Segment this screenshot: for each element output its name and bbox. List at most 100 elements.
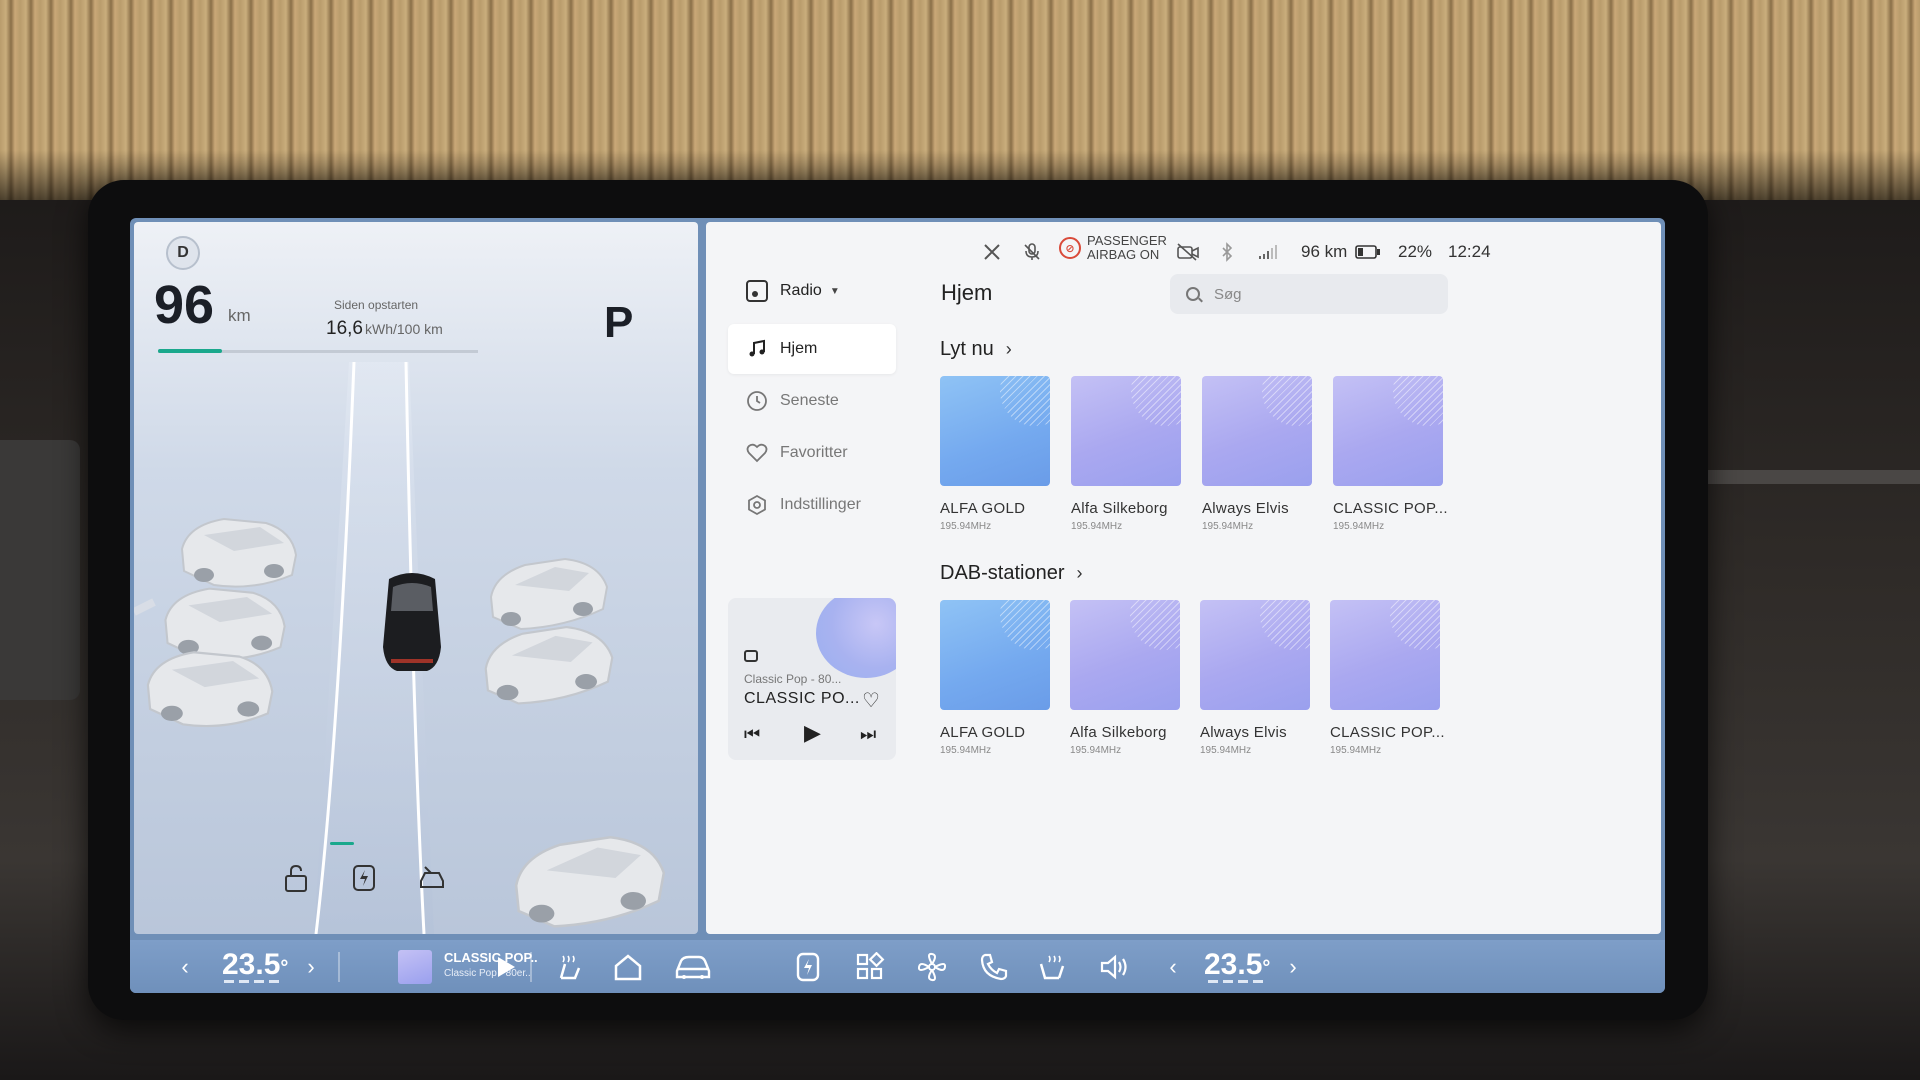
volume-button[interactable] <box>1092 940 1136 993</box>
gear-indicator: P <box>604 298 634 347</box>
station-name: Alfa Silkeborg <box>1071 500 1168 517</box>
temp-right-increase[interactable]: › <box>1278 940 1308 993</box>
station-artwork <box>1202 376 1312 486</box>
nav-item-recent[interactable]: Seneste <box>728 376 896 426</box>
infotainment-screen: D 96 km Siden opstarten 16,6 kWh/100 km P <box>130 218 1665 993</box>
consumption-unit: kWh/100 km <box>364 321 443 337</box>
car-icon <box>675 955 711 979</box>
station-artwork <box>1070 600 1180 710</box>
station-frequency: 195.94MHz <box>1200 745 1252 756</box>
climate-dock: ‹ 23.5° › CLASSIC POP.. Classic Pop - 80… <box>130 940 1665 993</box>
range-value: 96 <box>154 275 215 335</box>
now-playing-artwork[interactable] <box>398 950 432 984</box>
battery-icon <box>1355 245 1380 259</box>
play-icon[interactable]: ▶ <box>804 720 821 746</box>
seat-heat-driver-button[interactable] <box>546 940 590 993</box>
phone-button[interactable] <box>972 940 1016 993</box>
nav-label: Indstillinger <box>780 496 861 513</box>
fan-icon <box>917 952 947 981</box>
station-frequency: 195.94MHz <box>1071 521 1123 532</box>
tools-status <box>982 240 1002 264</box>
station-name: CLASSIC POP... <box>1330 724 1445 741</box>
user-avatar[interactable]: D <box>166 236 200 270</box>
nav-item-settings[interactable]: Indstillinger <box>728 480 896 530</box>
favorite-heart-icon[interactable]: ♡ <box>862 688 880 713</box>
station-name: CLASSIC POP... <box>1333 500 1448 517</box>
heated-seat-icon <box>559 955 581 979</box>
station-tile[interactable]: CLASSIC POP... 195.94MHz <box>1330 600 1445 756</box>
temp-left[interactable]: 23.5° <box>222 948 288 982</box>
consumption-readout: 16,6 kWh/100 km <box>326 318 443 340</box>
temp-left-decrease[interactable]: ‹ <box>170 940 200 993</box>
temp-left-unit: ° <box>280 957 289 979</box>
range-unit: km <box>228 306 251 325</box>
temp-left-level <box>224 980 284 983</box>
clock-icon <box>746 390 768 412</box>
station-artwork <box>1333 376 1443 486</box>
source-label: Radio <box>780 282 822 299</box>
station-tile[interactable]: CLASSIC POP... 195.94MHz <box>1333 376 1448 532</box>
clock: 12:24 <box>1448 242 1491 261</box>
station-name: Alfa Silkeborg <box>1070 724 1167 741</box>
charge-port-button[interactable] <box>344 858 384 898</box>
phone-icon <box>980 953 1008 980</box>
chevron-right-icon: › <box>1076 563 1083 583</box>
passenger-airbag-status: ⊘ PASSENGER AIRBAG ON <box>1059 234 1167 262</box>
seat-heat-passenger-button[interactable] <box>1030 940 1074 993</box>
temp-left-increase[interactable]: › <box>296 940 326 993</box>
signal-icon <box>1259 245 1277 259</box>
section-title-text: DAB-stationer <box>940 562 1065 584</box>
charging-button[interactable] <box>786 940 830 993</box>
station-tile[interactable]: ALFA GOLD 195.94MHz <box>940 600 1052 756</box>
search-box[interactable] <box>1170 274 1448 314</box>
temp-right-decrease[interactable]: ‹ <box>1158 940 1188 993</box>
station-tile[interactable]: ALFA GOLD 195.94MHz <box>940 376 1052 532</box>
source-selector[interactable]: Radio ▼ <box>746 280 840 302</box>
ego-vehicle <box>383 573 441 671</box>
station-tile[interactable]: Alfa Silkeborg 195.94MHz <box>1070 600 1182 756</box>
vehicle-button[interactable] <box>668 940 718 993</box>
unlock-icon <box>285 864 307 892</box>
since-start-label: Siden opstarten <box>334 298 419 312</box>
apps-button[interactable] <box>848 940 892 993</box>
driving-panel: D 96 km Siden opstarten 16,6 kWh/100 km P <box>134 222 698 934</box>
heart-icon <box>746 442 768 464</box>
station-name: ALFA GOLD <box>940 724 1026 741</box>
settings-icon <box>746 494 768 516</box>
home-button[interactable] <box>606 940 650 993</box>
station-artwork <box>940 600 1050 710</box>
consumption-value: 16,6 <box>326 318 363 339</box>
section-title-dab[interactable]: DAB-stationer › <box>940 562 1083 585</box>
unlock-button[interactable] <box>276 858 316 898</box>
dock-play-button[interactable] <box>488 940 524 993</box>
mini-player[interactable]: Classic Pop - 80... CLASSIC PO... ♡ ⏮ ▶ … <box>728 598 896 760</box>
station-tile[interactable]: Always Elvis 195.94MHz <box>1202 376 1314 532</box>
heated-seat-icon <box>1039 955 1065 979</box>
station-frequency: 195.94MHz <box>1333 521 1385 532</box>
station-artwork <box>940 376 1050 486</box>
apps-grid-icon <box>856 951 885 979</box>
fan-button[interactable] <box>910 940 954 993</box>
chevron-right-icon: › <box>1005 339 1012 359</box>
nav-item-favorites[interactable]: Favoritter <box>728 428 896 478</box>
caret-down-icon: ▼ <box>829 285 840 297</box>
charging-icon <box>353 865 375 891</box>
airbag-line-1: PASSENGER <box>1087 233 1167 248</box>
temp-right-value: 23.5 <box>1204 948 1263 981</box>
airbag-line-2: AIRBAG ON <box>1087 247 1160 262</box>
status-range: 96 km <box>1301 242 1348 261</box>
station-tile[interactable]: Always Elvis 195.94MHz <box>1200 600 1312 756</box>
search-input[interactable] <box>1214 285 1414 303</box>
temp-right[interactable]: 23.5° <box>1204 948 1270 982</box>
station-name: Always Elvis <box>1202 500 1289 517</box>
nav-item-home[interactable]: Hjem <box>728 324 896 374</box>
radio-icon <box>744 650 758 662</box>
section-title-listen-now[interactable]: Lyt nu › <box>940 338 1012 361</box>
next-track-icon[interactable]: ⏭ <box>860 724 876 745</box>
temp-right-unit: ° <box>1262 957 1271 979</box>
trunk-button[interactable] <box>412 858 452 898</box>
station-name: Always Elvis <box>1200 724 1287 741</box>
previous-track-icon[interactable]: ⏮ <box>744 724 760 745</box>
station-tile[interactable]: Alfa Silkeborg 195.94MHz <box>1071 376 1183 532</box>
radio-app: ⊘ PASSENGER AIRBAG ON 96 km 22% 12:24 Ra… <box>706 222 1661 934</box>
